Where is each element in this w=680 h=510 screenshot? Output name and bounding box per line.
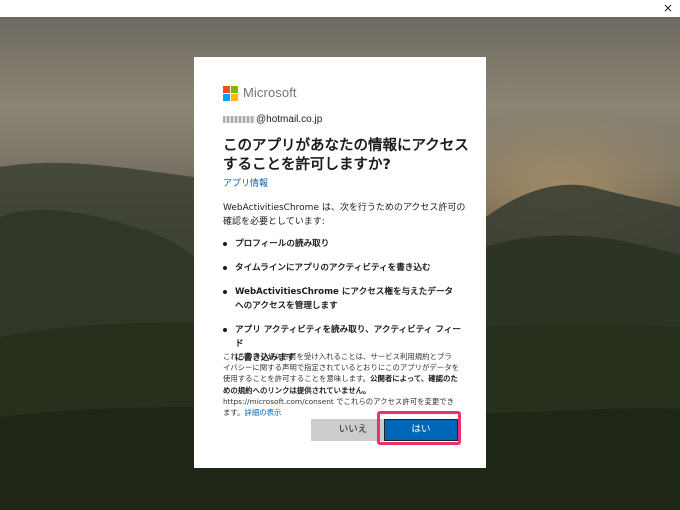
title-line-2: することを許可しますか? [223,157,391,173]
email-suffix: @hotmail.co.jp [256,114,323,125]
close-icon[interactable]: × [661,0,675,16]
microsoft-logo-icon [223,86,238,101]
bullet-icon [223,266,227,270]
title-bar: × [0,0,680,17]
brand-name: Microsoft [243,85,297,100]
page-title: このアプリがあなたの情報にアクセス することを許可しますか? [223,137,473,175]
title-line-1: このアプリがあなたの情報にアクセス [223,138,469,154]
intro-line-1: WebActivitiesChrome は、次を行うためのアクセス許可の [223,203,466,213]
no-button[interactable]: いいえ [311,419,395,441]
permission-item: タイムラインにアプリのアクティビティを書き込む [223,261,468,275]
yes-button[interactable]: はい [384,419,458,441]
permission-item: プロフィールの読み取り [223,237,468,251]
show-details-link[interactable]: 詳細の表示 [244,408,281,417]
permission-list: プロフィールの読み取り タイムラインにアプリのアクティビティを書き込む WebA… [223,237,468,365]
intro-text: WebActivitiesChrome は、次を行うためのアクセス許可の 確認を… [223,201,468,229]
bullet-icon [223,242,227,246]
consent-dialog: Microsoft @hotmail.co.jp このアプリがあなたの情報にアク… [194,57,486,468]
bullet-icon [223,328,227,332]
redacted-username [223,115,255,123]
bullet-icon [223,290,227,294]
permission-item: WebActivitiesChrome にアクセス権を与えたデータ へのアクセス… [223,285,468,313]
intro-line-2: 確認を必要としています: [223,217,325,227]
account-email: @hotmail.co.jp [223,113,322,127]
app-info-link[interactable]: アプリ情報 [223,178,268,191]
legal-notice: これらのアクセス許可を受け入れることは、サービス利用規約とプライバシーに関する声… [223,352,459,418]
